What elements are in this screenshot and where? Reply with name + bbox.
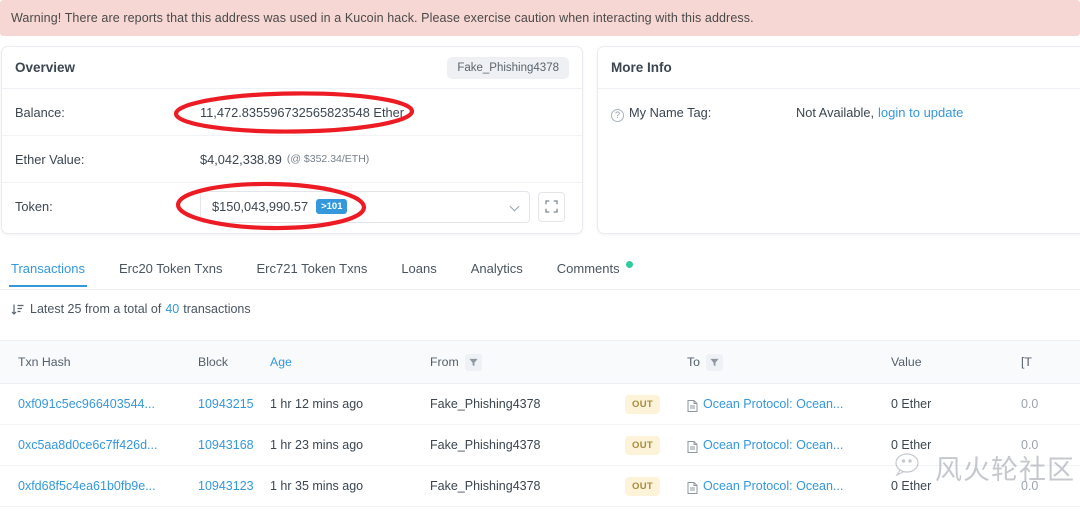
tabs-bar: Transactions Erc20 Token Txns Erc721 Tok… [0, 248, 1080, 290]
balance-label: Balance: [15, 104, 65, 120]
filter-icon[interactable] [706, 353, 723, 371]
ether-value-row: Ether Value: $4,042,338.89 (@ $352.34/ET… [2, 136, 582, 183]
token-dropdown[interactable]: $150,043,990.57 >101 [200, 190, 530, 223]
header-to: To [687, 353, 891, 371]
my-name-tag-row: ? My Name Tag: Not Available, login to up… [598, 89, 1080, 136]
warning-banner: Warning! There are reports that this add… [0, 0, 1080, 36]
tab-label: Comments [556, 261, 620, 276]
cell-direction: OUT [625, 476, 687, 496]
ether-value-label: Ether Value: [15, 151, 85, 167]
overview-title: Overview [15, 60, 76, 75]
cell-direction: OUT [625, 394, 687, 414]
tab-label: Erc20 Token Txns [118, 261, 223, 276]
cell-value: 0 Ether [891, 397, 932, 411]
token-row: Token: $150,043,990.57 >101 [2, 183, 582, 230]
transactions-table: Txn Hash Block Age From To Value [T 0xf0… [0, 340, 1080, 507]
login-to-update-link[interactable]: login to update [878, 105, 963, 120]
table-row: 0xf091c5ec966403544... 10943215 1 hr 12 … [0, 384, 1080, 425]
cell-from: Fake_Phishing4378 [430, 438, 541, 452]
cell-txn-hash: 0xf091c5ec966403544... [18, 397, 155, 411]
ether-value-amount: $4,042,338.89 [200, 151, 282, 167]
address-name-tag[interactable]: Fake_Phishing4378 [447, 56, 569, 79]
question-circle-icon[interactable]: ? [611, 108, 624, 122]
tab-label: Loans [401, 261, 437, 276]
header-txn-hash: Txn Hash [18, 355, 71, 369]
more-info-header: More Info [598, 47, 1080, 89]
tabs-list: Transactions Erc20 Token Txns Erc721 Tok… [0, 248, 1080, 290]
cell-txn-fee: 0.0 [1021, 397, 1039, 411]
my-name-tag-value: Not Available, [796, 105, 875, 120]
warning-text: Warning! There are reports that this add… [11, 11, 754, 25]
comments-notification-dot [625, 261, 633, 268]
cell-direction: OUT [625, 435, 687, 455]
contract-icon [687, 482, 698, 494]
token-label: Token: [15, 199, 53, 214]
tab-transactions[interactable]: Transactions [9, 261, 87, 287]
overview-header: Overview Fake_Phishing4378 [2, 47, 582, 89]
cell-to: Ocean Protocol: Ocean... [687, 397, 891, 412]
header-from: From [430, 353, 625, 371]
cell-txn-fee: 0.0 [1021, 438, 1039, 452]
ether-price: (@ $352.34/ETH) [286, 153, 370, 165]
cell-block: 10943215 [198, 397, 254, 411]
table-header-row: Txn Hash Block Age From To Value [T [0, 340, 1080, 384]
tab-erc721-token-txns[interactable]: Erc721 Token Txns [257, 261, 368, 287]
expand-icon[interactable] [538, 191, 565, 222]
cell-from: Fake_Phishing4378 [430, 479, 541, 493]
chevron-down-icon [509, 201, 520, 211]
table-row: 0xc5aa8d0ce6c7ff426d... 10943168 1 hr 23… [0, 425, 1080, 466]
header-txn-fee: [T [1021, 355, 1032, 369]
cell-age: 1 hr 12 mins ago [270, 397, 364, 411]
header-value: Value [891, 355, 922, 369]
latest-prefix: Latest 25 from a total of [30, 302, 162, 316]
cell-to: Ocean Protocol: Ocean... [687, 438, 891, 453]
token-total-value: $150,043,990.57 [212, 199, 309, 214]
contract-icon [687, 441, 698, 453]
tab-erc20-token-txns[interactable]: Erc20 Token Txns [119, 261, 223, 287]
cell-value: 0 Ether [891, 479, 932, 493]
direction-badge: OUT [625, 435, 660, 455]
header-age[interactable]: Age [270, 355, 430, 369]
total-transactions-count[interactable]: 40 [165, 302, 179, 316]
header-block: Block [198, 355, 229, 369]
tab-comments[interactable]: Comments [557, 261, 633, 287]
cell-age: 1 hr 23 mins ago [270, 438, 364, 452]
cell-value: 0 Ether [891, 438, 932, 452]
sort-descending-icon[interactable] [11, 303, 24, 316]
direction-badge: OUT [625, 394, 660, 414]
cell-from: Fake_Phishing4378 [430, 397, 541, 411]
cell-txn-fee: 0.0 [1021, 479, 1039, 493]
overview-card: Overview Fake_Phishing4378 Balance: 11,4… [1, 46, 583, 234]
table-row: 0xfd68f5c4ea61b0fb9e... 10943123 1 hr 35… [0, 466, 1080, 507]
my-name-tag-label: ? My Name Tag: [611, 105, 796, 122]
cell-txn-hash: 0xfd68f5c4ea61b0fb9e... [18, 479, 156, 493]
more-info-title: More Info [611, 60, 672, 75]
tab-analytics[interactable]: Analytics [471, 261, 523, 287]
cell-block: 10943168 [198, 438, 254, 452]
filter-icon[interactable] [464, 353, 482, 371]
summary-cards: Overview Fake_Phishing4378 Balance: 11,4… [0, 46, 1080, 234]
cell-to: Ocean Protocol: Ocean... [687, 479, 891, 494]
more-info-card: More Info ? My Name Tag: Not Available, l… [597, 46, 1080, 234]
contract-icon [687, 400, 698, 412]
tab-label: Analytics [470, 261, 523, 276]
tab-label: Erc721 Token Txns [256, 261, 368, 276]
cell-block: 10943123 [198, 479, 254, 493]
balance-row: Balance: 11,472.835596732565823548 Ether [2, 89, 582, 136]
tab-label: Transactions [11, 261, 85, 276]
direction-badge: OUT [625, 476, 660, 496]
cell-txn-hash: 0xc5aa8d0ce6c7ff426d... [18, 438, 158, 452]
latest-suffix: transactions [183, 302, 251, 316]
transactions-summary: Latest 25 from a total of 40 transaction… [11, 302, 251, 316]
balance-value: 11,472.835596732565823548 Ether [200, 104, 404, 120]
token-count-badge: >101 [316, 199, 348, 214]
cell-age: 1 hr 35 mins ago [270, 479, 364, 493]
tab-loans[interactable]: Loans [401, 261, 436, 287]
